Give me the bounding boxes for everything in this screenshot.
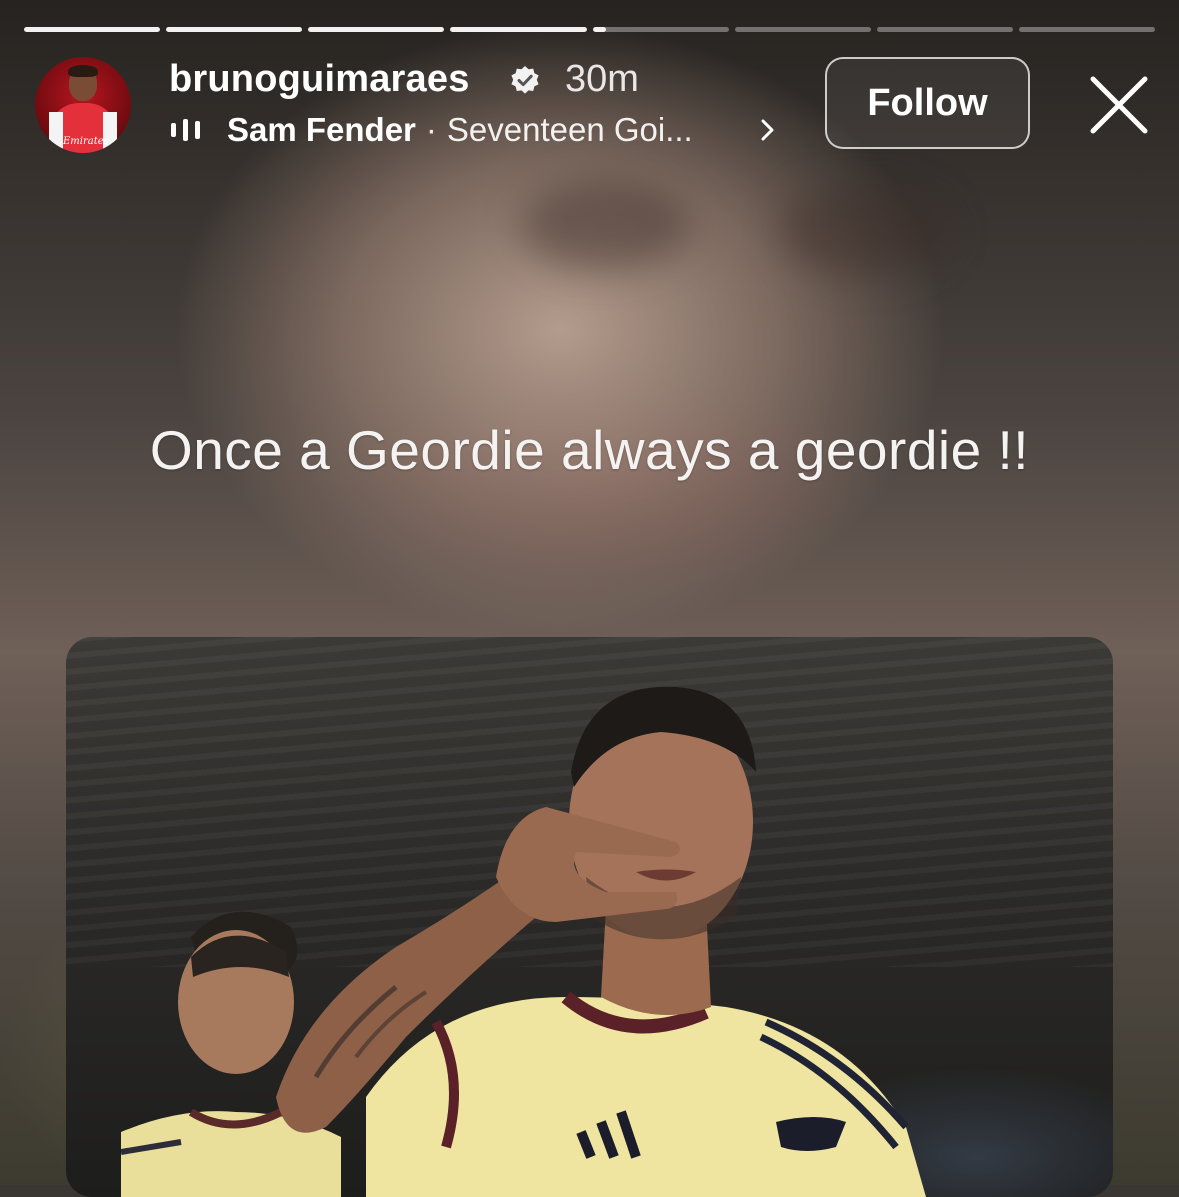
avatar-sponsor-text: Emirates bbox=[63, 136, 109, 147]
progress-segment-fill bbox=[308, 27, 445, 32]
blurred-background-shape bbox=[780, 185, 950, 275]
progress-segment bbox=[166, 27, 303, 32]
verified-badge-icon bbox=[511, 66, 539, 94]
avatar-hair bbox=[68, 65, 98, 77]
music-song-title: Seventeen Goi... bbox=[446, 111, 693, 148]
progress-segment bbox=[1018, 27, 1155, 32]
music-artist: Sam Fender bbox=[227, 111, 416, 148]
progress-segment bbox=[876, 27, 1013, 32]
music-separator: · bbox=[425, 111, 437, 148]
progress-segment-fill bbox=[24, 27, 161, 32]
progress-segment bbox=[24, 27, 161, 32]
chevron-right-icon[interactable] bbox=[760, 118, 776, 142]
progress-segment bbox=[734, 27, 871, 32]
progress-segment-fill bbox=[592, 27, 607, 32]
close-icon[interactable] bbox=[1089, 75, 1149, 135]
username[interactable]: brunoguimaraes bbox=[169, 58, 470, 101]
main-player-figure bbox=[276, 686, 926, 1197]
avatar[interactable]: Emirates bbox=[35, 57, 131, 153]
music-bars-icon bbox=[171, 119, 205, 141]
blurred-background-shape bbox=[520, 180, 690, 270]
music-attribution[interactable]: Sam Fender · Seventeen Goi... bbox=[171, 109, 693, 151]
story-progress-bar bbox=[24, 27, 1155, 32]
progress-segment-fill bbox=[450, 27, 587, 32]
shared-photo[interactable] bbox=[66, 637, 1113, 1197]
progress-segment bbox=[308, 27, 445, 32]
progress-segment bbox=[450, 27, 587, 32]
avatar-sleeve bbox=[49, 112, 63, 152]
progress-segment-fill bbox=[166, 27, 303, 32]
story-timestamp: 30m bbox=[565, 58, 639, 100]
story-caption: Once a Geordie always a geordie !! bbox=[149, 419, 1030, 481]
progress-segment bbox=[592, 27, 729, 32]
follow-button[interactable]: Follow bbox=[825, 57, 1030, 149]
